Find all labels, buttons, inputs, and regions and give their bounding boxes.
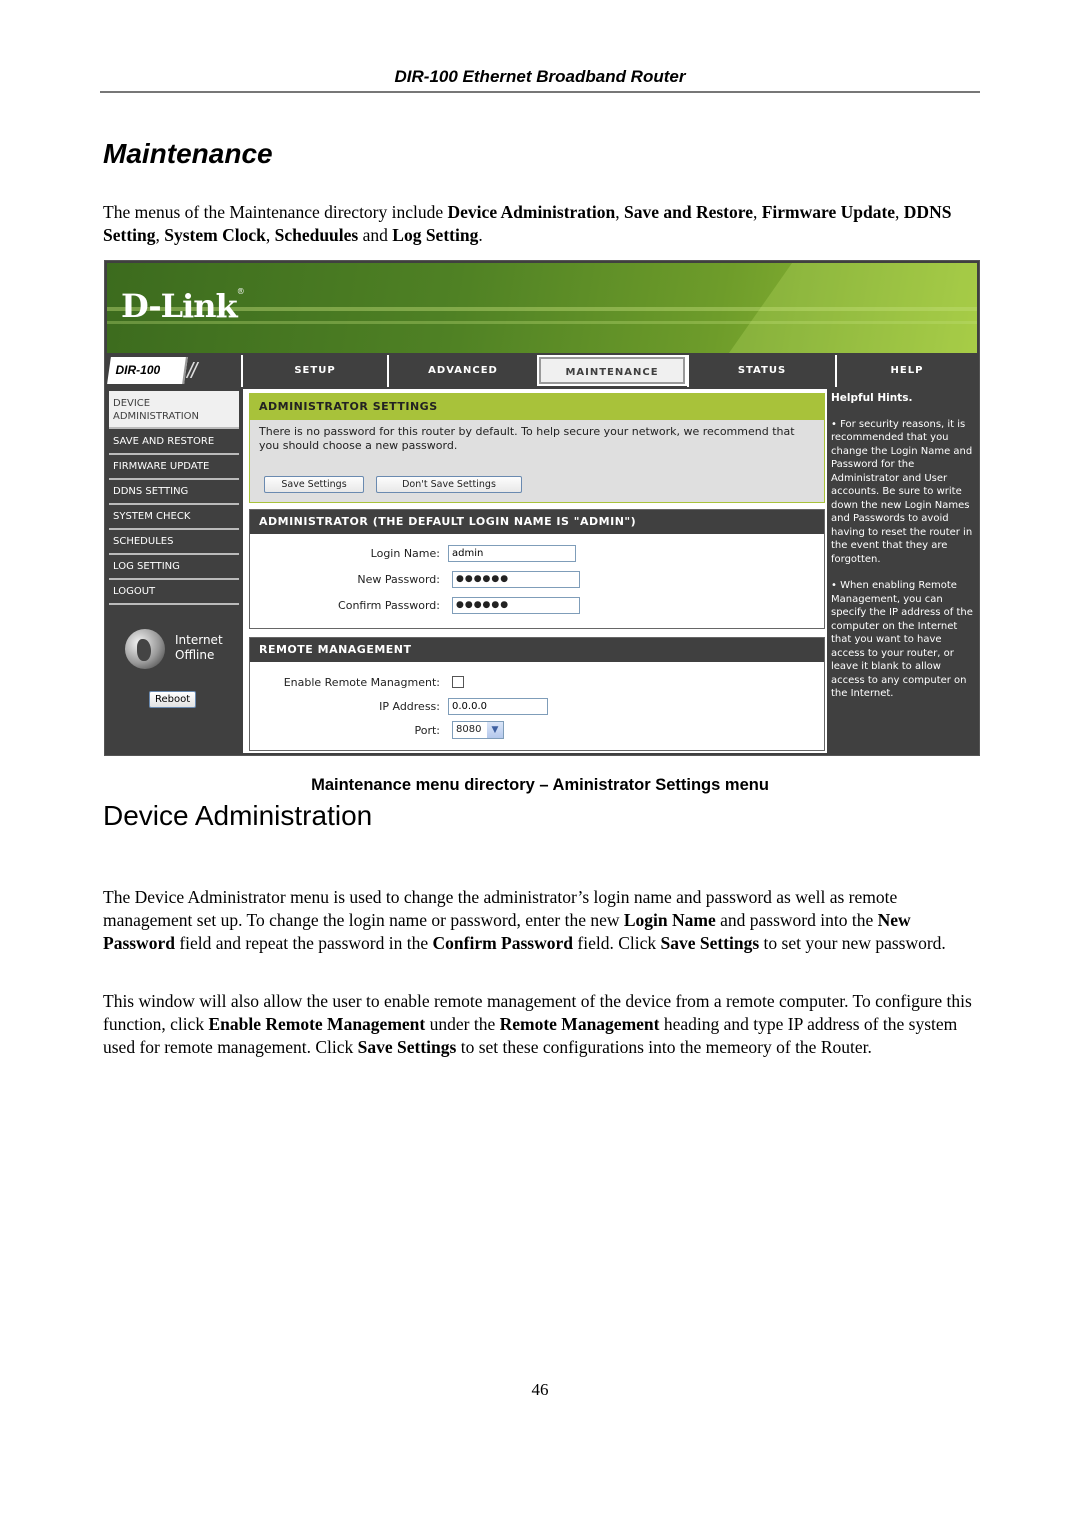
dont-save-settings-button[interactable]: Don't Save Settings bbox=[376, 476, 522, 493]
slash-decoration: // bbox=[187, 358, 197, 383]
helpful-hints: Helpful Hints. • For security reasons, i… bbox=[829, 389, 977, 753]
page-number: 46 bbox=[531, 1380, 549, 1399]
remote-management-paragraph: This window will also allow the user to … bbox=[103, 991, 972, 1057]
login-name-row: Login Name: bbox=[250, 545, 820, 567]
panel-description: There is no password for this router by … bbox=[259, 425, 795, 452]
top-nav: DIR-100 // SETUP ADVANCED MAINTENANCE ST… bbox=[107, 355, 977, 387]
reboot-button[interactable]: Reboot bbox=[149, 691, 197, 708]
remote-management-panel: REMOTE MANAGEMENT Enable Remote Managmen… bbox=[249, 637, 825, 751]
main-content: ADMINISTRATOR SETTINGS There is no passw… bbox=[243, 389, 827, 753]
ip-address-input[interactable] bbox=[448, 698, 548, 715]
chevron-down-icon: ▼ bbox=[487, 722, 503, 738]
administrator-panel: ADMINISTRATOR (THE DEFAULT LOGIN NAME IS… bbox=[249, 509, 825, 629]
enable-remote-label: Enable Remote Managment: bbox=[283, 676, 440, 689]
sidebar-item-logout[interactable]: LOGOUT bbox=[109, 580, 239, 605]
dlink-logo: D-Link® bbox=[121, 287, 245, 325]
tab-advanced[interactable]: ADVANCED bbox=[387, 355, 537, 387]
admin-settings-panel: ADMINISTRATOR SETTINGS There is no passw… bbox=[249, 393, 825, 503]
globe-icon bbox=[125, 629, 165, 669]
intro-paragraph: The menus of the Maintenance directory i… bbox=[103, 202, 952, 245]
enable-remote-checkbox[interactable] bbox=[452, 676, 464, 688]
sidebar-item-ddns-setting[interactable]: DDNS SETTING bbox=[109, 480, 239, 505]
brand-banner: D-Link® bbox=[107, 263, 977, 353]
confirm-password-label: Confirm Password: bbox=[338, 599, 440, 612]
hints-title: Helpful Hints. bbox=[831, 392, 913, 404]
new-password-input[interactable]: ●●●●●● bbox=[452, 571, 580, 588]
port-label: Port: bbox=[414, 724, 440, 737]
router-screenshot: D-Link® DIR-100 // SETUP ADVANCED MAINTE… bbox=[104, 260, 980, 756]
sidebar-item-log-setting[interactable]: LOG SETTING bbox=[109, 555, 239, 580]
ip-address-row: IP Address: bbox=[250, 698, 820, 720]
panel-title: REMOTE MANAGEMENT bbox=[250, 638, 824, 662]
model-badge: DIR-100 bbox=[107, 357, 188, 384]
sidebar-item-save-and-restore[interactable]: SAVE AND RESTORE bbox=[109, 430, 239, 455]
sidebar-item-firmware-update[interactable]: FIRMWARE UPDATE bbox=[109, 455, 239, 480]
sidebar-item-system-check[interactable]: SYSTEM CHECK bbox=[109, 505, 239, 530]
sidebar-item-schedules[interactable]: SCHEDULES bbox=[109, 530, 239, 555]
tab-setup[interactable]: SETUP bbox=[241, 355, 387, 387]
subsection-title: Device Administration bbox=[103, 800, 373, 831]
confirm-password-row: Confirm Password: ●●●●●● bbox=[250, 597, 820, 619]
tab-maintenance[interactable]: MAINTENANCE bbox=[537, 355, 687, 386]
enable-remote-row: Enable Remote Managment: bbox=[250, 676, 820, 696]
login-name-label: Login Name: bbox=[370, 547, 440, 560]
figure-caption: Maintenance menu directory – Aministrato… bbox=[311, 776, 769, 794]
running-header: DIR-100 Ethernet Broadband Router bbox=[394, 67, 686, 86]
port-select[interactable]: 8080 ▼ bbox=[452, 721, 504, 739]
header-rule bbox=[100, 91, 980, 93]
new-password-row: New Password: ●●●●●● bbox=[250, 571, 820, 593]
tab-help[interactable]: HELP bbox=[835, 355, 977, 387]
panel-title: ADMINISTRATOR SETTINGS bbox=[250, 394, 824, 420]
hint-item: • When enabling Remote Management, you c… bbox=[831, 580, 973, 699]
hint-item: • For security reasons, it is recommende… bbox=[831, 418, 973, 565]
internet-status: Internet Offline bbox=[175, 633, 223, 662]
port-row: Port: 8080 ▼ bbox=[250, 721, 820, 744]
ip-address-label: IP Address: bbox=[379, 700, 440, 713]
panel-title: ADMINISTRATOR (THE DEFAULT LOGIN NAME IS… bbox=[250, 510, 824, 534]
tab-status[interactable]: STATUS bbox=[687, 355, 835, 387]
confirm-password-input[interactable]: ●●●●●● bbox=[452, 597, 580, 614]
login-name-input[interactable] bbox=[448, 545, 576, 562]
sidebar: DEVICE ADMINISTRATION SAVE AND RESTORE F… bbox=[107, 389, 241, 753]
section-title: Maintenance bbox=[103, 138, 273, 169]
sidebar-item-device-administration[interactable]: DEVICE ADMINISTRATION bbox=[109, 391, 239, 429]
save-settings-button[interactable]: Save Settings bbox=[264, 476, 364, 493]
new-password-label: New Password: bbox=[357, 573, 440, 586]
device-admin-paragraph: The Device Administrator menu is used to… bbox=[103, 887, 946, 953]
